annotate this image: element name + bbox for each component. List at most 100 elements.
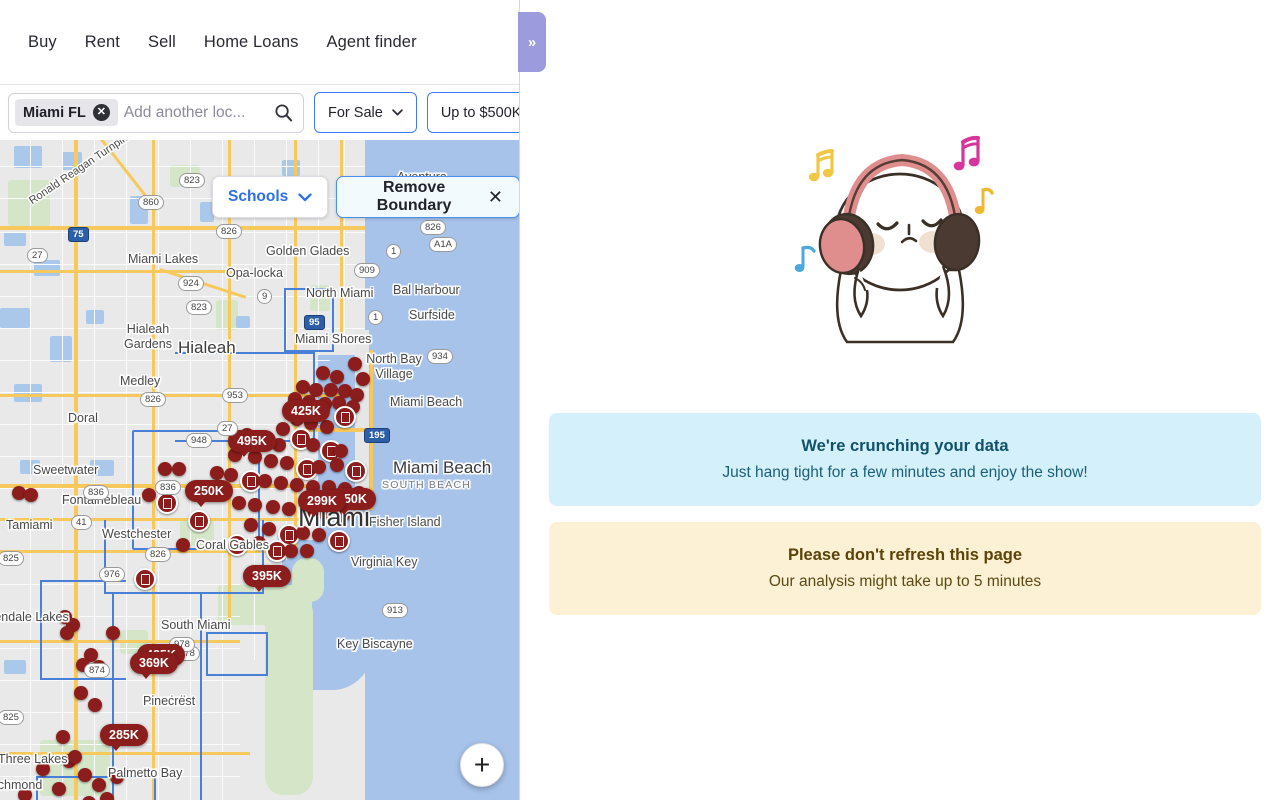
route-shield: 934 [427, 349, 453, 364]
listing-pin[interactable] [328, 530, 350, 552]
listing-pin[interactable] [156, 492, 178, 514]
listing-pin[interactable] [290, 478, 304, 492]
listing-pin[interactable] [74, 686, 88, 700]
map-zoom-in-button[interactable]: + [460, 743, 504, 787]
listing-pin[interactable] [312, 528, 326, 542]
map-park [216, 300, 238, 330]
remove-boundary-button[interactable]: Remove Boundary ✕ [336, 176, 519, 218]
map-lake [282, 160, 300, 176]
music-note-blue-left [794, 245, 816, 272]
listing-pin[interactable] [56, 730, 70, 744]
listing-pin[interactable] [88, 698, 102, 712]
listing-pin[interactable] [110, 770, 124, 784]
listing-pin[interactable] [284, 544, 298, 558]
listing-pin[interactable] [226, 534, 248, 556]
listing-pin[interactable] [300, 544, 314, 558]
route-shield: 825 [0, 551, 24, 566]
price-pin[interactable]: 299K [298, 490, 346, 517]
route-shield: 826 [216, 224, 242, 239]
mascot-illustration-wrapper [520, 120, 1280, 350]
listing-pin[interactable] [248, 498, 262, 512]
listing-pin[interactable] [252, 536, 266, 550]
refresh-warning-title: Please don't refresh this page [787, 546, 1023, 564]
crunching-subtitle: Just hang tight for a few minutes and en… [722, 464, 1088, 481]
map-road [0, 232, 365, 233]
listing-pin[interactable] [264, 454, 278, 468]
map-lake [14, 384, 42, 402]
listing-pin[interactable] [282, 502, 296, 516]
chevron-down-icon [392, 109, 403, 116]
nav-item-sell[interactable]: Sell [134, 27, 190, 58]
map-lake [62, 152, 82, 170]
route-shield: 825 [0, 710, 24, 725]
listing-pin[interactable] [324, 383, 338, 397]
route-shield: 826 [420, 220, 446, 235]
listing-pin[interactable] [345, 460, 367, 482]
listing-pin[interactable] [280, 456, 294, 470]
listing-pin[interactable] [232, 496, 246, 510]
listing-pin[interactable] [276, 422, 290, 436]
filter-price[interactable]: Up to $500K [426, 92, 519, 133]
map-lake [14, 146, 42, 168]
route-shield: 826 [145, 547, 171, 562]
listing-pin[interactable] [188, 510, 210, 532]
nav-item-agent-finder[interactable]: Agent finder [312, 27, 430, 58]
listing-pin[interactable] [172, 462, 186, 476]
map-canvas[interactable]: 425K 495K 250K 350K 299K 395K 425K 369K [0, 140, 519, 800]
listing-pin[interactable] [334, 406, 356, 428]
listing-pin[interactable] [18, 788, 32, 800]
listing-pin[interactable] [244, 518, 258, 532]
nav-item-rent[interactable]: Rent [71, 27, 134, 58]
listing-pin[interactable] [78, 768, 92, 782]
listing-pin[interactable] [330, 458, 344, 472]
search-input[interactable] [123, 103, 268, 122]
route-shield: A1A [429, 237, 457, 252]
close-circle-icon[interactable]: ✕ [92, 104, 110, 121]
nav-item-home-loans[interactable]: Home Loans [190, 27, 313, 58]
price-pin[interactable]: 369K [130, 652, 178, 679]
panel-expand-handle[interactable]: » [518, 12, 546, 72]
listing-pin[interactable] [92, 778, 106, 792]
listing-pin[interactable] [258, 474, 272, 488]
listing-pin[interactable] [158, 462, 172, 476]
price-pin-label: 369K [139, 656, 169, 670]
listing-pin[interactable] [210, 466, 224, 480]
listing-pin[interactable] [262, 522, 276, 536]
price-pin[interactable]: 395K [243, 565, 291, 592]
listing-pin[interactable] [330, 370, 344, 384]
listing-pin[interactable] [134, 568, 156, 590]
listing-pin[interactable] [266, 500, 280, 514]
map-highway [0, 270, 250, 273]
refresh-warning-subtitle: Our analysis might take up to 5 minutes [768, 573, 1042, 590]
schools-button-label: Schools [228, 188, 289, 205]
listing-pin[interactable] [334, 444, 348, 458]
listing-pin[interactable] [316, 366, 330, 380]
listing-pin[interactable] [52, 782, 66, 796]
filter-for-sale[interactable]: For Sale [314, 92, 417, 133]
search-icon[interactable] [274, 103, 293, 122]
listing-pin[interactable] [24, 488, 38, 502]
listing-pin[interactable] [296, 526, 310, 540]
price-pin[interactable]: 285K [100, 724, 148, 751]
listing-pin[interactable] [274, 476, 288, 490]
listing-pin[interactable] [142, 488, 156, 502]
listing-pin[interactable] [306, 438, 320, 452]
price-pin[interactable]: 250K [185, 480, 233, 507]
listing-pin[interactable] [248, 450, 262, 464]
price-pin[interactable]: 425K [282, 400, 330, 427]
listing-pin[interactable] [356, 372, 370, 386]
location-search-box[interactable]: Miami FL ✕ [8, 92, 304, 133]
listing-pin[interactable] [106, 626, 120, 640]
listing-pin[interactable] [68, 750, 82, 764]
listing-pin[interactable] [36, 762, 50, 776]
schools-dropdown-button[interactable]: Schools [212, 176, 329, 218]
listing-pin[interactable] [60, 626, 74, 640]
route-shield: 823 [186, 300, 212, 315]
listing-pin[interactable] [348, 357, 362, 371]
location-chip-miami-fl[interactable]: Miami FL ✕ [15, 99, 118, 126]
listing-pin[interactable] [320, 420, 334, 434]
nav-item-buy[interactable]: Buy [28, 27, 71, 58]
listing-pin[interactable] [176, 538, 190, 552]
listing-pin[interactable] [312, 460, 326, 474]
listing-pin[interactable] [100, 792, 114, 800]
